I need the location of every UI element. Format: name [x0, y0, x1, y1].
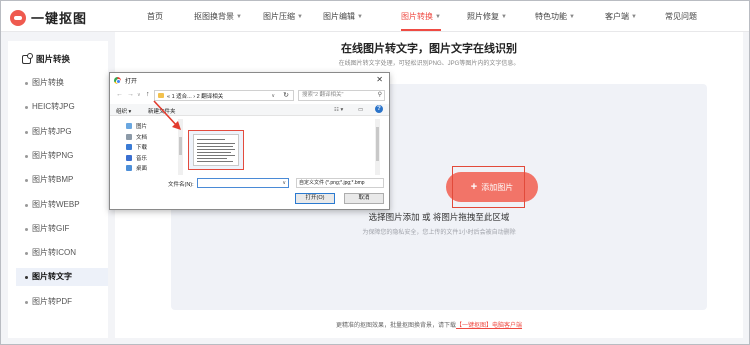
nav-item-label: 照片修复 — [467, 12, 499, 21]
nav-item[interactable]: 特色功能 ▼ — [535, 11, 575, 22]
folder-icon — [126, 123, 132, 129]
dialog-nav-label: 文档 — [136, 134, 148, 141]
help-icon[interactable]: ? — [375, 105, 383, 113]
dialog-nav-item[interactable]: 图片 — [126, 121, 147, 131]
up-arrow-icon[interactable]: ↑ — [146, 91, 150, 98]
dialog-nav-item[interactable]: 下载 — [126, 142, 147, 152]
chevron-down-icon: ▼ — [569, 14, 575, 20]
sidebar-item[interactable]: HEIC转JPG — [16, 98, 108, 116]
dialog-nav-item[interactable]: 桌面 — [126, 163, 147, 173]
image-file-thumbnail[interactable] — [188, 130, 244, 170]
folder-icon — [126, 133, 132, 140]
download-client-link[interactable]: 【一键抠图】电脑客户端 — [456, 323, 522, 329]
nav-item[interactable]: 图片转换 ▼ — [401, 11, 441, 31]
nav-item-label: 图片压缩 — [263, 12, 295, 21]
folder-icon — [126, 144, 132, 150]
nav-item-label: 图片转换 — [401, 12, 433, 21]
nav-item[interactable]: 首页 — [147, 11, 163, 22]
nav-item-label: 常见问题 — [665, 12, 697, 21]
logo-mark-icon — [10, 9, 26, 26]
refresh-icon[interactable]: ↻ — [283, 91, 289, 99]
sidebar-heading-label: 图片转换 — [36, 54, 71, 64]
footer-note: 更精准的抠图效果，批量抠图换背景，请下载【一键抠图】电脑客户端 — [115, 320, 743, 329]
sidebar: 图片转换 图片转换 HEIC转JPG 图片转JPG 图片转PNG 图片转BMP 图片转WE… — [8, 41, 108, 338]
sidebar-item[interactable]: 图片转GIF — [16, 220, 108, 238]
privacy-note: 为保障您的隐私安全，您上传的文件1小时后会被自动删除 — [362, 230, 516, 236]
recent-chevron-icon[interactable]: ∨ — [137, 92, 141, 98]
close-icon[interactable]: ✕ — [376, 75, 383, 84]
filename-input[interactable]: ∨ — [197, 178, 289, 188]
back-arrow-icon[interactable]: ← — [116, 91, 123, 98]
nav-item[interactable]: 照片修复 ▼ — [467, 11, 507, 22]
nav-item-label: 图片编辑 — [323, 12, 355, 21]
sidebar-item[interactable]: 图片转JPG — [16, 123, 108, 141]
highlight-box — [452, 166, 525, 208]
nav-item-label: 特色功能 — [535, 12, 567, 21]
files-scrollbar[interactable] — [375, 119, 380, 175]
organize-menu[interactable]: 组织 ▾ — [116, 107, 131, 115]
footer-prefix: 更精准的抠图效果，批量抠图换背景，请下载 — [335, 323, 456, 329]
chevron-down-icon: ▼ — [631, 14, 637, 20]
folder-icon — [126, 165, 132, 171]
chevron-down-icon: ▼ — [357, 14, 363, 20]
dialog-nav-label: 音乐 — [136, 155, 148, 162]
chevron-down-icon[interactable]: ∨ — [282, 180, 286, 186]
annotation-arrow-icon — [153, 100, 181, 130]
nav-item-label: 首页 — [147, 12, 163, 21]
cancel-button[interactable]: 取消 — [344, 193, 384, 204]
filetype-select[interactable]: 自定义文件 (*.png;*.jpg;*.bmp — [296, 178, 384, 188]
search-icon: ⚲ — [377, 92, 382, 98]
sidebar-item[interactable]: 图片转PDF — [16, 293, 108, 311]
sidebar-item[interactable]: 图片转BMP — [16, 171, 108, 189]
file-list — [185, 119, 380, 175]
chrome-icon — [114, 76, 121, 84]
filename-label: 文件名(N): — [168, 182, 194, 188]
view-options-icon[interactable]: ☷ ▾ — [334, 107, 343, 113]
drop-hint: 选择图片添加 或 将图片拖拽至此区域 — [368, 212, 510, 222]
search-input[interactable]: 搜索"2 翻译相关" ⚲ — [298, 90, 385, 101]
forward-arrow-icon[interactable]: → — [127, 91, 134, 98]
page-subtitle: 在线图片转文字处理，可轻松识别PNG、JPG等图片内的文字信息。 — [338, 61, 520, 67]
sidebar-item[interactable]: 图片转文字 — [16, 268, 108, 287]
chevron-down-icon: ▼ — [297, 14, 303, 20]
dialog-nav-label: 桌面 — [136, 166, 148, 172]
preview-pane-icon[interactable]: ▭ — [358, 107, 363, 113]
nav-item-label: 客户端 — [605, 12, 629, 21]
chevron-down-icon: ▼ — [236, 14, 242, 20]
nav-item[interactable]: 图片编辑 ▼ — [323, 11, 363, 22]
open-file-dialog: 打开 ✕ ← → ∨ ↑ « 1 适合... › 2 翻译相关 ∨ ↻ 搜索"2… — [109, 72, 390, 210]
chevron-down-icon: ▼ — [501, 14, 507, 20]
dialog-titlebar[interactable]: 打开 ✕ — [110, 73, 389, 87]
sidebar-item[interactable]: 图片转ICON — [16, 244, 108, 262]
search-placeholder: 搜索"2 翻译相关" — [302, 92, 344, 98]
dialog-nav-label: 下载 — [136, 145, 148, 151]
dialog-nav-label: 图片 — [136, 124, 148, 130]
sidebar-item[interactable]: 图片转换 — [16, 74, 108, 92]
top-nav: 一键抠图 首页 抠图换背景 ▼ 图片压缩 ▼ 图片编辑 ▼ 图片转换 ▼ 照片修复 ▼ 特色功能 ▼ 客户… — [1, 1, 749, 32]
sidebar-item[interactable]: 图片转WEBP — [16, 196, 108, 214]
nav-item[interactable]: 常见问题 — [665, 11, 697, 22]
folder-icon — [126, 154, 132, 161]
dialog-title: 打开 — [125, 78, 138, 85]
document-preview — [193, 134, 239, 166]
nav-item[interactable]: 图片压缩 ▼ — [263, 11, 303, 22]
dialog-nav-item[interactable]: 文档 — [126, 132, 147, 142]
logo-text: 一键抠图 — [31, 11, 88, 26]
convert-icon — [22, 52, 33, 64]
chevron-down-icon: ▼ — [435, 14, 441, 20]
page-title: 在线图片转文字，图片文字在线识别 — [341, 43, 517, 55]
nav-item[interactable]: 抠图换背景 ▼ — [194, 11, 242, 22]
logo[interactable]: 一键抠图 — [10, 8, 87, 27]
sidebar-item[interactable]: 图片转PNG — [16, 147, 108, 165]
sidebar-heading: 图片转换 — [22, 52, 71, 65]
nav-item[interactable]: 客户端 ▼ — [605, 11, 637, 22]
nav-item-label: 抠图换背景 — [194, 12, 234, 21]
open-button[interactable]: 打开(O) — [295, 193, 335, 204]
chevron-down-icon[interactable]: ∨ — [271, 93, 275, 99]
dialog-nav-item[interactable]: 音乐 — [126, 153, 147, 163]
